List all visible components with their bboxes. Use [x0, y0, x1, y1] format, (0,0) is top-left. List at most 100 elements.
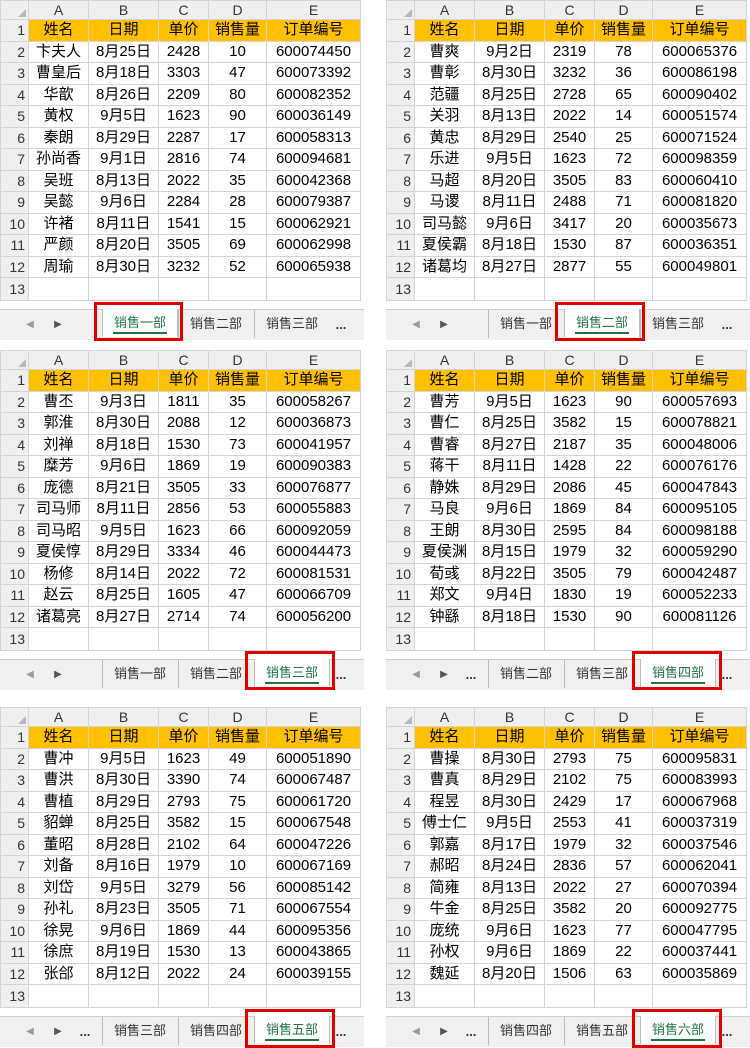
data-cell[interactable]: [594, 277, 653, 301]
data-cell[interactable]: 曹丕: [28, 390, 89, 413]
data-cell[interactable]: 关羽: [414, 105, 475, 128]
header-cell[interactable]: 单价: [158, 19, 209, 42]
data-cell[interactable]: 曹彰: [414, 62, 475, 85]
data-cell[interactable]: 600070394: [652, 876, 747, 899]
data-cell[interactable]: 夏侯惇: [28, 541, 89, 564]
data-cell[interactable]: 8月29日: [474, 476, 545, 499]
data-cell[interactable]: 36: [594, 62, 653, 85]
data-cell[interactable]: 3505: [158, 234, 209, 257]
data-cell[interactable]: 600056200: [266, 605, 361, 628]
data-cell[interactable]: [266, 984, 361, 1008]
data-cell[interactable]: 9月5日: [474, 390, 545, 413]
data-cell[interactable]: 1979: [544, 833, 595, 856]
prev-sheet-icon[interactable]: ◀: [408, 660, 424, 690]
data-cell[interactable]: 600067487: [266, 769, 361, 792]
data-cell[interactable]: 秦朗: [28, 126, 89, 149]
data-cell[interactable]: 8月30日: [88, 769, 159, 792]
data-cell[interactable]: 600035869: [652, 962, 747, 985]
data-cell[interactable]: 8月26日: [88, 83, 159, 106]
data-cell[interactable]: [28, 277, 89, 301]
data-cell[interactable]: 53: [208, 498, 267, 521]
data-cell[interactable]: 杨修: [28, 562, 89, 585]
data-cell[interactable]: 600065938: [266, 255, 361, 278]
data-cell[interactable]: 3303: [158, 62, 209, 85]
prev-sheet-icon[interactable]: ◀: [408, 1017, 424, 1047]
data-cell[interactable]: 600086198: [652, 62, 747, 85]
prev-sheet-icon[interactable]: ◀: [22, 310, 38, 340]
data-cell[interactable]: 90: [594, 605, 653, 628]
header-cell[interactable]: 日期: [88, 369, 159, 392]
data-cell[interactable]: 600042487: [652, 562, 747, 585]
data-cell[interactable]: 曹仁: [414, 412, 475, 435]
data-cell[interactable]: 庞统: [414, 919, 475, 942]
data-cell[interactable]: 3505: [544, 562, 595, 585]
column-header-C[interactable]: C: [158, 350, 209, 370]
data-cell[interactable]: 600078821: [652, 412, 747, 435]
row-number[interactable]: 4: [386, 83, 415, 106]
data-cell[interactable]: [158, 277, 209, 301]
data-cell[interactable]: 600076877: [266, 476, 361, 499]
data-cell[interactable]: 华歆: [28, 83, 89, 106]
column-header-D[interactable]: D: [208, 350, 267, 370]
row-number[interactable]: 11: [386, 584, 415, 607]
row-number[interactable]: 10: [0, 562, 29, 585]
data-cell[interactable]: 35: [594, 433, 653, 456]
data-cell[interactable]: 600073392: [266, 62, 361, 85]
data-cell[interactable]: [88, 277, 159, 301]
data-cell[interactable]: 刘岱: [28, 876, 89, 899]
data-cell[interactable]: 600047795: [652, 919, 747, 942]
next-sheet-icon[interactable]: ▶: [50, 1017, 66, 1047]
data-cell[interactable]: 84: [594, 498, 653, 521]
data-cell[interactable]: 2287: [158, 126, 209, 149]
data-cell[interactable]: 许褚: [28, 212, 89, 235]
data-cell[interactable]: 3232: [544, 62, 595, 85]
row-number[interactable]: 5: [386, 105, 415, 128]
data-cell[interactable]: 90: [208, 105, 267, 128]
data-cell[interactable]: 600074450: [266, 40, 361, 63]
header-cell[interactable]: 单价: [158, 726, 209, 749]
data-cell[interactable]: 600035673: [652, 212, 747, 235]
data-cell[interactable]: [594, 984, 653, 1008]
data-cell[interactable]: 600061720: [266, 790, 361, 813]
column-header-D[interactable]: D: [594, 0, 653, 20]
data-cell[interactable]: 74: [208, 605, 267, 628]
data-cell[interactable]: 63: [594, 962, 653, 985]
column-header-D[interactable]: D: [208, 0, 267, 20]
data-cell[interactable]: 严颜: [28, 234, 89, 257]
data-cell[interactable]: 8月20日: [88, 234, 159, 257]
data-cell[interactable]: 57: [594, 855, 653, 878]
data-cell[interactable]: 8月15日: [474, 541, 545, 564]
row-number[interactable]: 10: [386, 919, 415, 942]
data-cell[interactable]: 8月21日: [88, 476, 159, 499]
data-cell[interactable]: 9月5日: [474, 812, 545, 835]
row-number[interactable]: 8: [0, 169, 29, 192]
row-number[interactable]: 11: [386, 941, 415, 964]
row-number[interactable]: 4: [0, 790, 29, 813]
more-sheets-right-button[interactable]: ...: [718, 310, 736, 340]
select-all-corner[interactable]: [386, 707, 415, 727]
data-cell[interactable]: [544, 277, 595, 301]
row-number[interactable]: 2: [386, 747, 415, 770]
row-number[interactable]: 5: [386, 455, 415, 478]
row-number[interactable]: 1: [386, 369, 415, 392]
data-cell[interactable]: 600071524: [652, 126, 747, 149]
header-cell[interactable]: 单价: [544, 726, 595, 749]
data-cell[interactable]: 600094681: [266, 148, 361, 171]
data-cell[interactable]: 2022: [158, 962, 209, 985]
data-cell[interactable]: 8月24日: [474, 855, 545, 878]
header-cell[interactable]: 订单编号: [266, 726, 361, 749]
data-cell[interactable]: 65: [594, 83, 653, 106]
row-number[interactable]: 8: [386, 519, 415, 542]
data-cell[interactable]: 600057693: [652, 390, 747, 413]
data-cell[interactable]: 2022: [544, 105, 595, 128]
data-cell[interactable]: 夏侯霸: [414, 234, 475, 257]
data-cell[interactable]: 12: [208, 412, 267, 435]
row-number[interactable]: 6: [0, 126, 29, 149]
data-cell[interactable]: 1530: [158, 941, 209, 964]
data-cell[interactable]: 9月6日: [474, 919, 545, 942]
data-cell[interactable]: 15: [208, 212, 267, 235]
more-sheets-left-button[interactable]: ...: [462, 1017, 480, 1047]
data-cell[interactable]: 3279: [158, 876, 209, 899]
data-cell[interactable]: 司马昭: [28, 519, 89, 542]
data-cell[interactable]: 马良: [414, 498, 475, 521]
